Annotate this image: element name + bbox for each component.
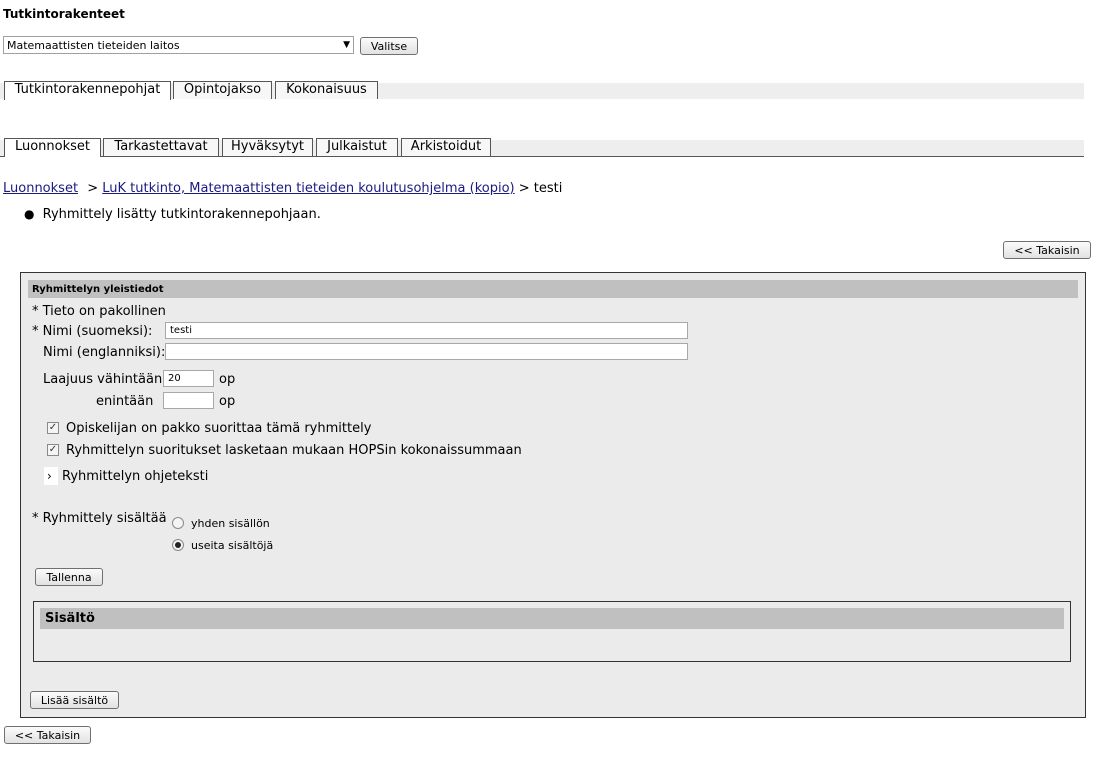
section-title: Ryhmittelyn yleistiedot (32, 284, 164, 295)
option-one-label: yhden sisällön (191, 517, 270, 530)
min-credits-unit: op (219, 372, 236, 387)
back-button-bottom[interactable]: << Takaisin (4, 726, 91, 744)
status-tab-underline (0, 156, 1084, 157)
select-department-button[interactable]: Valitse (360, 37, 418, 55)
breadcrumb-separator: > (87, 181, 99, 196)
option-many-label: useita sisältöjä (191, 539, 274, 552)
mandatory-checkbox[interactable]: ✓ (47, 422, 59, 434)
chevron-right-icon: › (47, 469, 52, 483)
min-credits-input[interactable] (163, 370, 214, 387)
content-header (40, 608, 1064, 629)
content-title: Sisältö (45, 611, 95, 626)
tab-arkistoidut[interactable]: Arkistoidut (401, 138, 491, 156)
back-button-top[interactable]: << Takaisin (1003, 241, 1091, 259)
breadcrumb-degree-link[interactable]: LuK tutkinto, Matemaattisten tieteiden k… (102, 181, 514, 196)
status-message: ● Ryhmittely lisätty tutkintorakennepohj… (24, 207, 321, 222)
section-header (28, 280, 1078, 298)
tab-tutkintorakennepohjat[interactable]: Tutkintorakennepohjat (4, 81, 171, 100)
page-title: Tutkintorakenteet (3, 7, 125, 21)
name-fi-input[interactable] (165, 322, 688, 339)
max-credits-label: enintään (96, 394, 154, 409)
tab-kokonaisuus[interactable]: Kokonaisuus (275, 81, 378, 99)
max-credits-input[interactable] (163, 392, 214, 409)
name-fi-label: * Nimi (suomeksi): (32, 324, 153, 339)
breadcrumb: Luonnokset > LuK tutkinto, Matemaattiste… (3, 181, 562, 196)
tab-hyvaksytyt[interactable]: Hyväksytyt (222, 138, 313, 156)
mandatory-label: Opiskelijan on pakko suorittaa tämä ryhm… (66, 421, 372, 436)
status-message-text: Ryhmittely lisätty tutkintorakennepohjaa… (42, 207, 321, 222)
add-content-button[interactable]: Lisää sisältö (30, 691, 119, 709)
department-select-value: Matemaattisten tieteiden laitos (7, 39, 180, 52)
chevron-down-icon: ▼ (343, 40, 350, 50)
tab-luonnokset[interactable]: Luonnokset (4, 138, 101, 157)
option-many-radio[interactable] (172, 539, 184, 551)
instructions-label[interactable]: Ryhmittelyn ohjeteksti (62, 469, 208, 484)
min-credits-label: Laajuus vähintään (43, 372, 163, 387)
breadcrumb-separator: > (518, 181, 530, 196)
max-credits-unit: op (219, 394, 236, 409)
breadcrumb-luonnokset-link[interactable]: Luonnokset (3, 181, 78, 196)
name-en-label: Nimi (englanniksi): (43, 345, 166, 360)
tab-tarkastettavat[interactable]: Tarkastettavat (103, 138, 219, 156)
tab-julkaistut[interactable]: Julkaistut (316, 138, 398, 156)
bullet-icon: ● (24, 207, 35, 221)
save-button[interactable]: Tallenna (35, 568, 103, 586)
hops-label: Ryhmittelyn suoritukset lasketaan mukaan… (66, 443, 522, 458)
option-one-radio[interactable] (172, 517, 184, 529)
tab-opintojakso[interactable]: Opintojakso (173, 81, 272, 99)
name-en-input[interactable] (165, 343, 688, 360)
hops-checkbox[interactable]: ✓ (47, 444, 59, 456)
instructions-toggle[interactable]: › (44, 467, 58, 485)
contains-label: * Ryhmittely sisältää (32, 511, 167, 526)
breadcrumb-current: testi (533, 181, 563, 196)
required-note: * Tieto on pakollinen (32, 304, 166, 319)
department-select[interactable]: Matemaattisten tieteiden laitos ▼ (3, 36, 354, 54)
